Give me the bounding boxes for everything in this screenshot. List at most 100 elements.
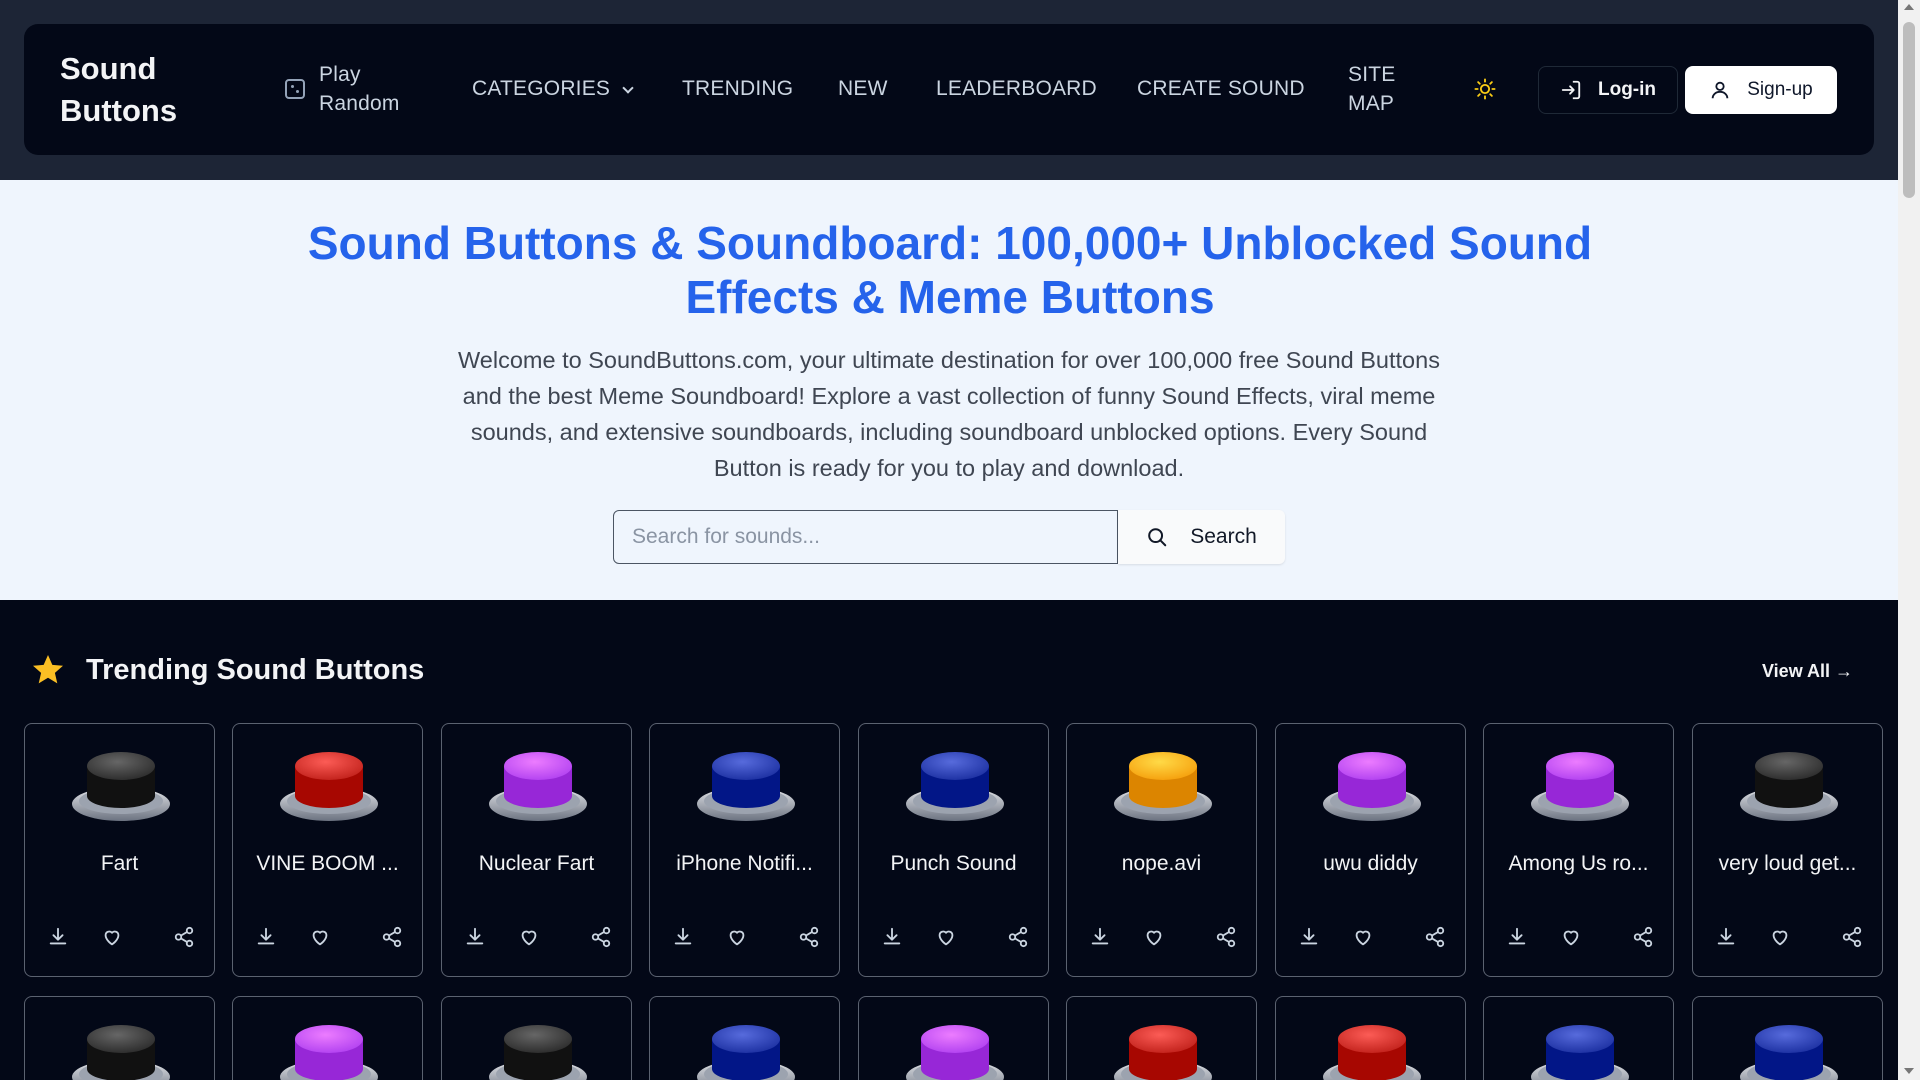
share-button[interactable] — [1841, 926, 1865, 950]
download-button[interactable] — [1506, 926, 1530, 950]
scroll-up-arrow-icon[interactable] — [1904, 4, 1914, 10]
share-button[interactable] — [381, 926, 405, 950]
sun-icon[interactable] — [1474, 78, 1496, 100]
search-icon — [1148, 528, 1167, 547]
share-button[interactable] — [1007, 926, 1031, 950]
sound-button-icon[interactable] — [1113, 1011, 1213, 1080]
favorite-button[interactable] — [309, 926, 333, 950]
dice-icon — [285, 79, 305, 99]
heart-icon — [729, 930, 745, 946]
favorite-button[interactable] — [1560, 926, 1584, 950]
sound-card-label: Nuclear Fart — [478, 852, 595, 875]
sound-button-icon[interactable] — [279, 1011, 379, 1080]
sound-card[interactable] — [1692, 996, 1883, 1080]
heart-icon — [1355, 930, 1371, 946]
download-icon — [883, 927, 901, 945]
sound-card[interactable]: VINE BOOM ... — [232, 723, 423, 977]
sound-button-icon[interactable] — [1322, 1011, 1422, 1080]
view-all-link[interactable]: View All → — [1762, 661, 1853, 682]
share-button[interactable] — [1215, 926, 1239, 950]
sound-card-label: Punch Sound — [890, 852, 1017, 875]
sound-card[interactable]: nope.avi — [1066, 723, 1257, 977]
sound-card[interactable]: Among Us ro... — [1483, 723, 1674, 977]
sound-button-icon[interactable] — [1113, 738, 1213, 824]
sound-card[interactable] — [1275, 996, 1466, 1080]
favorite-button[interactable] — [935, 926, 959, 950]
brand-logo[interactable]: Sound Buttons — [60, 48, 220, 132]
sound-button-icon[interactable] — [1530, 1011, 1630, 1080]
download-button[interactable] — [255, 926, 279, 950]
login-icon — [1561, 80, 1581, 100]
nav-new[interactable]: NEW — [838, 74, 888, 103]
sound-card[interactable] — [649, 996, 840, 1080]
search-button[interactable]: Search — [1118, 510, 1285, 564]
download-button[interactable] — [1298, 926, 1322, 950]
sound-card[interactable]: Fart — [24, 723, 215, 977]
favorite-button[interactable] — [1352, 926, 1376, 950]
heart-icon — [1563, 930, 1579, 946]
chevron-down-icon — [622, 82, 634, 94]
share-icon — [1633, 926, 1653, 948]
share-button[interactable] — [798, 926, 822, 950]
play-random-link[interactable]: Play Random — [285, 60, 409, 118]
heart-icon — [1772, 930, 1788, 946]
nav-trending[interactable]: TRENDING — [682, 74, 793, 103]
nav-create-sound[interactable]: CREATE SOUND — [1137, 74, 1305, 103]
nav-leaderboard[interactable]: LEADERBOARD — [936, 74, 1097, 103]
share-button[interactable] — [173, 926, 197, 950]
share-button[interactable] — [1424, 926, 1448, 950]
sound-button-icon[interactable] — [488, 1011, 588, 1080]
favorite-button[interactable] — [518, 926, 542, 950]
download-button[interactable] — [1089, 926, 1113, 950]
download-button[interactable] — [1715, 926, 1739, 950]
sound-card[interactable] — [858, 996, 1049, 1080]
download-icon — [1508, 927, 1526, 945]
sound-button-icon[interactable] — [696, 738, 796, 824]
nav-categories[interactable]: CATEGORIES — [472, 74, 634, 103]
sound-button-icon[interactable] — [1739, 738, 1839, 824]
favorite-button[interactable] — [1143, 926, 1167, 950]
sound-card[interactable] — [441, 996, 632, 1080]
share-button[interactable] — [1632, 926, 1656, 950]
favorite-button[interactable] — [101, 926, 125, 950]
hero-section: Sound Buttons & Soundboard: 100,000+ Unb… — [0, 180, 1898, 600]
sound-card[interactable] — [1066, 996, 1257, 1080]
search-input[interactable] — [613, 510, 1118, 564]
sound-button-icon[interactable] — [71, 1011, 171, 1080]
login-button[interactable]: Log-in — [1538, 66, 1678, 114]
scrollbar-thumb[interactable] — [1903, 22, 1915, 198]
sound-button-icon[interactable] — [905, 1011, 1005, 1080]
nav-site-map[interactable]: SITE MAP — [1348, 60, 1408, 118]
sound-button-icon[interactable] — [1739, 1011, 1839, 1080]
share-button[interactable] — [590, 926, 614, 950]
download-button[interactable] — [47, 926, 71, 950]
sound-card[interactable]: iPhone Notifi... — [649, 723, 840, 977]
download-button[interactable] — [881, 926, 905, 950]
download-button[interactable] — [464, 926, 488, 950]
signup-button[interactable]: Sign-up — [1685, 66, 1837, 114]
sound-card-label: Among Us ro... — [1508, 852, 1649, 875]
download-icon — [674, 927, 692, 945]
sound-card[interactable]: very loud get... — [1692, 723, 1883, 977]
share-icon — [591, 926, 611, 948]
sound-button-icon[interactable] — [488, 738, 588, 824]
sound-button-icon[interactable] — [696, 1011, 796, 1080]
sound-card-label: Fart — [100, 852, 139, 875]
sound-card[interactable] — [1483, 996, 1674, 1080]
sound-button-icon[interactable] — [71, 738, 171, 824]
sound-card[interactable]: Punch Sound — [858, 723, 1049, 977]
favorite-button[interactable] — [1769, 926, 1793, 950]
sound-card[interactable] — [24, 996, 215, 1080]
sound-button-icon[interactable] — [1322, 738, 1422, 824]
sound-card[interactable]: uwu diddy — [1275, 723, 1466, 977]
sound-card[interactable] — [232, 996, 423, 1080]
sound-card-actions — [1693, 926, 1882, 950]
sound-card-label: uwu diddy — [1323, 852, 1418, 875]
sound-card[interactable]: Nuclear Fart — [441, 723, 632, 977]
download-button[interactable] — [672, 926, 696, 950]
sound-button-icon[interactable] — [905, 738, 1005, 824]
sound-button-icon[interactable] — [279, 738, 379, 824]
scroll-down-arrow-icon[interactable] — [1904, 1068, 1914, 1074]
favorite-button[interactable] — [726, 926, 750, 950]
sound-button-icon[interactable] — [1530, 738, 1630, 824]
